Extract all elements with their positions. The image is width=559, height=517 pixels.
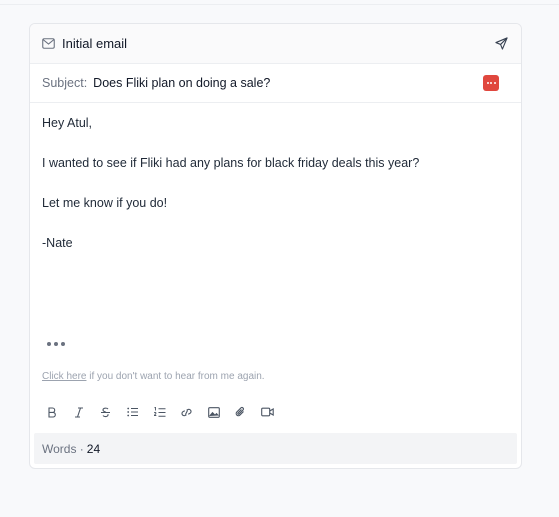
word-count-bar: Words · 24	[34, 433, 517, 464]
body-line: I wanted to see if Fliki had any plans f…	[42, 156, 420, 170]
format-toolbar	[42, 403, 277, 421]
bold-icon[interactable]	[42, 403, 61, 421]
italic-icon[interactable]	[69, 403, 88, 421]
attachment-icon[interactable]	[231, 403, 250, 421]
body-line: Let me know if you do!	[42, 196, 168, 210]
ellipsis-icon	[486, 82, 496, 84]
email-title: Initial email	[62, 36, 128, 51]
signature-line: -Nate	[42, 236, 73, 250]
subject-label: Subject:	[42, 76, 88, 90]
email-header: Initial email	[30, 24, 521, 64]
email-body[interactable]: Hey Atul, I wanted to see if Fliki had a…	[30, 103, 521, 251]
link-icon[interactable]	[177, 403, 196, 421]
words-label: Words ·	[42, 441, 84, 456]
unsubscribe-link[interactable]: Click here	[42, 371, 86, 382]
word-count: 24	[86, 441, 101, 456]
unsubscribe-suffix: if you don't want to hear from me again.	[86, 371, 265, 382]
bullet-list-icon[interactable]	[123, 403, 142, 421]
greeting-line: Hey Atul,	[42, 116, 93, 130]
image-icon[interactable]	[204, 403, 223, 421]
show-more-button[interactable]	[45, 340, 67, 348]
email-editor-card: Initial email Subject: Does Fliki plan o…	[29, 23, 522, 469]
mail-icon	[42, 37, 56, 51]
strikethrough-icon[interactable]	[96, 403, 115, 421]
subject-field[interactable]: Does Fliki plan on doing a sale?	[93, 76, 270, 90]
video-icon[interactable]	[258, 403, 277, 421]
subject-row: Subject: Does Fliki plan on doing a sale…	[30, 64, 521, 103]
numbered-list-icon[interactable]	[150, 403, 169, 421]
send-icon[interactable]	[493, 36, 509, 52]
unsubscribe-text: Click here if you don't want to hear fro…	[42, 371, 265, 382]
more-options-badge[interactable]	[483, 75, 499, 91]
top-divider	[0, 4, 559, 5]
